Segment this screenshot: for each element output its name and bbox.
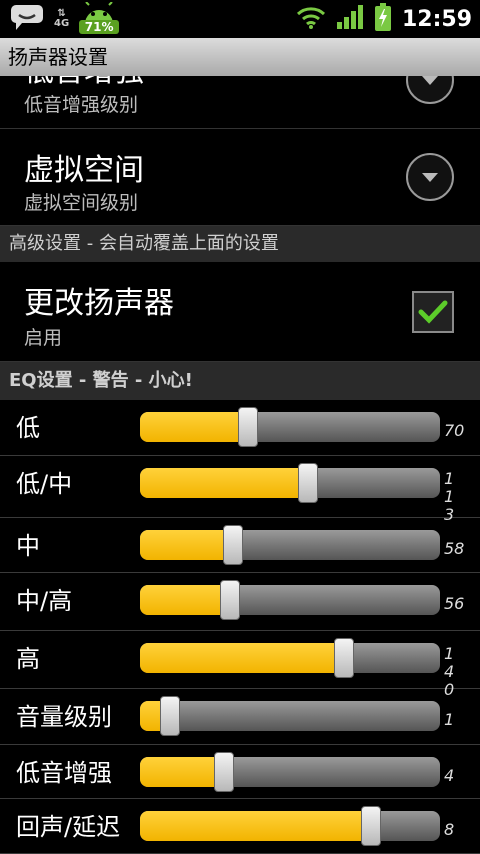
eq-slider-fill: [140, 757, 224, 787]
eq-label: 音量级别: [16, 703, 112, 731]
battery-charging-icon: [374, 3, 392, 35]
eq-value: 1: [444, 710, 455, 729]
eq-label: 中/高: [16, 587, 73, 615]
eq-row: 低 70: [0, 400, 480, 456]
dropdown-button[interactable]: [406, 76, 454, 104]
eq-value: 113: [444, 469, 455, 524]
eq-slider-thumb[interactable]: [220, 580, 240, 620]
eq-slider-track[interactable]: [140, 811, 440, 841]
checkmark-icon: [418, 300, 448, 324]
eq-value: 4: [444, 766, 455, 785]
eq-slider-thumb[interactable]: [298, 463, 318, 503]
eq-slider-track[interactable]: [140, 585, 440, 615]
eq-slider-fill: [140, 643, 344, 673]
eq-slider-thumb[interactable]: [334, 638, 354, 678]
section-header-eq: EQ设置 - 警告 - 小心!: [0, 362, 480, 400]
eq-label: 高: [16, 645, 40, 673]
eq-slider-thumb[interactable]: [214, 752, 234, 792]
eq-slider-thumb[interactable]: [160, 696, 180, 736]
change-speaker-checkbox[interactable]: [412, 291, 454, 333]
clock: 12:59: [401, 6, 472, 32]
eq-row: 低音增强 4: [0, 745, 480, 799]
eq-label: 低音增强: [16, 759, 112, 787]
pref-summary: 虚拟空间级别: [24, 192, 139, 214]
eq-label: 低/中: [16, 470, 73, 498]
eq-row: 高 140: [0, 631, 480, 699]
eq-slider-thumb[interactable]: [361, 806, 381, 846]
chevron-down-icon: [422, 76, 438, 85]
pref-bass-boost[interactable]: 低音增强 低音增强级别: [0, 76, 480, 129]
chat-notification-icon: [10, 3, 44, 35]
eq-slider-fill: [140, 412, 248, 442]
eq-slider-fill: [140, 530, 233, 560]
eq-value: 8: [444, 820, 455, 839]
signal-strength-icon: [336, 5, 364, 33]
pref-change-speaker[interactable]: 更改扬声器 启用: [0, 262, 480, 362]
eq-row: 低/中 113: [0, 456, 480, 524]
dropdown-button[interactable]: [406, 153, 454, 201]
eq-row: 中 58: [0, 518, 480, 573]
pref-virtual-space[interactable]: 虚拟空间 虚拟空间级别: [0, 129, 480, 226]
eq-slider-fill: [140, 811, 371, 841]
eq-label: 中: [16, 532, 40, 560]
pref-title: 更改扬声器: [24, 286, 174, 321]
eq-value: 56: [444, 594, 465, 613]
eq-value: 70: [444, 421, 465, 440]
eq-slider-fill: [140, 585, 230, 615]
pref-summary: 启用: [24, 327, 63, 349]
eq-row: 中/高 56: [0, 573, 480, 631]
chevron-down-icon: [422, 172, 438, 182]
pref-title: 虚拟空间: [24, 153, 144, 188]
eq-slider-thumb[interactable]: [223, 525, 243, 565]
status-bar: ⇅ 4G 71% 12:59: [0, 0, 480, 38]
pref-summary: 低音增强级别: [24, 94, 139, 116]
eq-row: 音量级别 1: [0, 689, 480, 745]
eq-slider-track[interactable]: [140, 530, 440, 560]
eq-value: 58: [444, 539, 465, 558]
eq-slider-track[interactable]: [140, 468, 440, 498]
network-4g-icon: ⇅ 4G: [54, 8, 70, 29]
screen-title: 扬声器设置: [0, 38, 480, 76]
pref-title: 低音增强: [24, 76, 144, 90]
eq-slider-track[interactable]: [140, 412, 440, 442]
eq-slider-fill: [140, 468, 308, 498]
eq-slider-thumb[interactable]: [238, 407, 258, 447]
wifi-icon: [296, 5, 326, 33]
section-header-advanced: 高级设置 - 会自动覆盖上面的设置: [0, 226, 480, 262]
eq-slider-track[interactable]: [140, 701, 440, 731]
android-battery-badge: 71%: [79, 2, 120, 36]
eq-label: 低: [16, 414, 40, 442]
eq-label: 回声/延迟: [16, 813, 121, 841]
eq-row: 回声/延迟 8: [0, 799, 480, 854]
eq-slider-track[interactable]: [140, 757, 440, 787]
eq-slider-track[interactable]: [140, 643, 440, 673]
battery-percent-badge: 71%: [79, 20, 120, 34]
